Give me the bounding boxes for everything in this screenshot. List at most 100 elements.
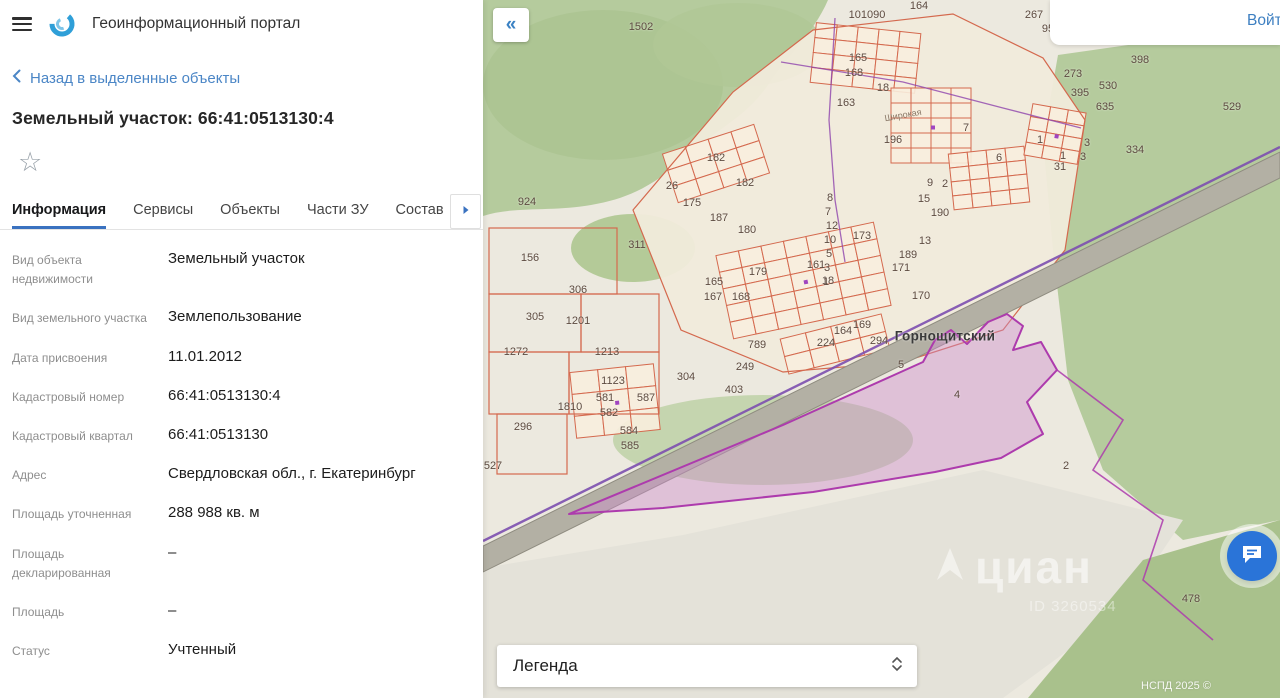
field-label: Кадастровый квартал <box>12 424 164 446</box>
menu-icon[interactable] <box>12 17 32 31</box>
parcel-label: 168 <box>845 67 863 79</box>
field-row: Площадь– <box>12 600 471 622</box>
field-value: 11.01.2012 <box>168 346 471 368</box>
parcel-label: 1201 <box>566 315 590 327</box>
parcel-label: 478 <box>1182 593 1200 605</box>
legend-toggle-icon[interactable] <box>891 655 903 678</box>
parcel-label: 164 <box>834 325 852 337</box>
map-copyright: НСПД 2025 © <box>1141 680 1211 692</box>
tab-Информация[interactable]: Информация <box>12 202 106 229</box>
parcel-label: 1123 <box>601 375 625 387</box>
favorite-star-button[interactable]: ☆ <box>18 149 48 176</box>
chat-button[interactable] <box>1227 531 1277 581</box>
field-row: СтатусУчтенный <box>12 639 471 661</box>
parcel-label: 587 <box>637 392 655 404</box>
parcel-label: 167 <box>704 291 722 303</box>
panel-topbar: Геоинформационный портал <box>0 0 483 48</box>
login-button[interactable]: Войти <box>1247 12 1280 30</box>
collapse-panel-button[interactable]: « <box>493 8 529 42</box>
field-row: Кадастровый номер66:41:0513130:4 <box>12 385 471 407</box>
parcel-label: 196 <box>884 134 902 146</box>
field-row: Площадь декларированная– <box>12 542 471 583</box>
parcel-label: 395 <box>1071 87 1089 99</box>
parcel-label: 2 <box>1063 460 1069 472</box>
parcel-label: 1 <box>823 276 829 288</box>
parcel-label: 224 <box>817 337 835 349</box>
field-value: – <box>168 542 471 583</box>
parcel-label: 530 <box>1099 80 1117 92</box>
parcel-label: 5 <box>898 359 904 371</box>
parcel-label: 398 <box>1131 54 1149 66</box>
parcel-label: 1 <box>1037 134 1043 146</box>
field-label: Статус <box>12 639 164 661</box>
parcel-label: 585 <box>621 440 639 452</box>
legend-bar[interactable]: Легенда <box>497 645 917 687</box>
field-label: Адрес <box>12 463 164 485</box>
map-labels: 1502101090164267951709398273530395635529… <box>483 0 1280 698</box>
parcel-label: 529 <box>1223 101 1241 113</box>
parcel-label: 179 <box>749 266 767 278</box>
tabs-more-button[interactable] <box>450 194 481 229</box>
tab-Состав[interactable]: Состав <box>396 202 444 229</box>
parcel-label: 164 <box>910 0 928 12</box>
field-row: АдресСвердловская обл., г. Екатеринбург <box>12 463 471 485</box>
parcel-label: 2 <box>942 178 948 190</box>
parcel-label: 273 <box>1064 68 1082 80</box>
field-row: Площадь уточненная288 988 кв. м <box>12 502 471 524</box>
parcel-label: 165 <box>849 52 867 64</box>
map[interactable]: 1502101090164267951709398273530395635529… <box>483 0 1280 698</box>
parcel-label: 101090 <box>849 9 886 21</box>
parcel-label: 4 <box>954 389 960 401</box>
login-bar: Войти <box>1050 0 1280 45</box>
parcel-label: 169 <box>853 319 871 331</box>
parcel-label: 267 <box>1025 9 1043 21</box>
parcel-label: 170 <box>912 290 930 302</box>
parcel-label: 6 <box>996 152 1002 164</box>
parcel-label: 249 <box>736 361 754 373</box>
field-value: Земельный участок <box>168 248 471 289</box>
app-title: Геоинформационный портал <box>92 15 300 33</box>
field-label: Вид объекта недвижимости <box>12 248 164 289</box>
parcel-label: 334 <box>1126 144 1144 156</box>
parcel-label: 296 <box>514 421 532 433</box>
field-row: Дата присвоения11.01.2012 <box>12 346 471 368</box>
parcel-label: 187 <box>710 212 728 224</box>
field-value: Свердловская обл., г. Екатеринбург <box>168 463 471 485</box>
parcel-label: 3 <box>824 262 830 274</box>
parcel-label: 294 <box>870 335 888 347</box>
parcel-label: 7 <box>963 122 969 134</box>
back-link[interactable]: Назад в выделенные объекты <box>12 69 471 87</box>
parcel-label: 304 <box>677 371 695 383</box>
field-value: Землепользование <box>168 306 471 328</box>
chat-icon <box>1239 541 1265 572</box>
parcel-label: 189 <box>899 249 917 261</box>
parcel-label: 1502 <box>629 21 653 33</box>
chevron-right-icon <box>462 205 470 218</box>
place-label: Горнощитский <box>895 329 995 344</box>
field-label: Площадь декларированная <box>12 542 164 583</box>
field-row: Кадастровый квартал66:41:0513130 <box>12 424 471 446</box>
parcel-label: 171 <box>892 262 910 274</box>
parcel-label: 182 <box>707 152 725 164</box>
page-title: Земельный участок: 66:41:0513130:4 <box>12 108 471 129</box>
field-value: – <box>168 600 471 622</box>
tab-Части ЗУ[interactable]: Части ЗУ <box>307 202 369 229</box>
parcel-label: 403 <box>725 384 743 396</box>
field-label: Площадь <box>12 600 164 622</box>
parcel-label: 3 <box>1080 151 1086 163</box>
tab-Сервисы[interactable]: Сервисы <box>133 202 193 229</box>
field-value: 66:41:0513130:4 <box>168 385 471 407</box>
field-value: 66:41:0513130 <box>168 424 471 446</box>
field-row: Вид объекта недвижимостиЗемельный участо… <box>12 248 471 289</box>
parcel-label: 163 <box>837 97 855 109</box>
tabs-bar: Информация Сервисы Объекты Части ЗУ Состав <box>0 192 483 230</box>
parcel-label: 5 <box>826 248 832 260</box>
parcel-label: 789 <box>748 339 766 351</box>
parcel-label: 8 <box>827 192 833 204</box>
parcel-label: 175 <box>683 197 701 209</box>
parcel-label: 26 <box>666 180 678 192</box>
field-label: Кадастровый номер <box>12 385 164 407</box>
tab-Объекты[interactable]: Объекты <box>220 202 280 229</box>
left-panel: Геоинформационный портал Назад в выделен… <box>0 0 483 698</box>
parcel-label: 12 <box>826 220 838 232</box>
